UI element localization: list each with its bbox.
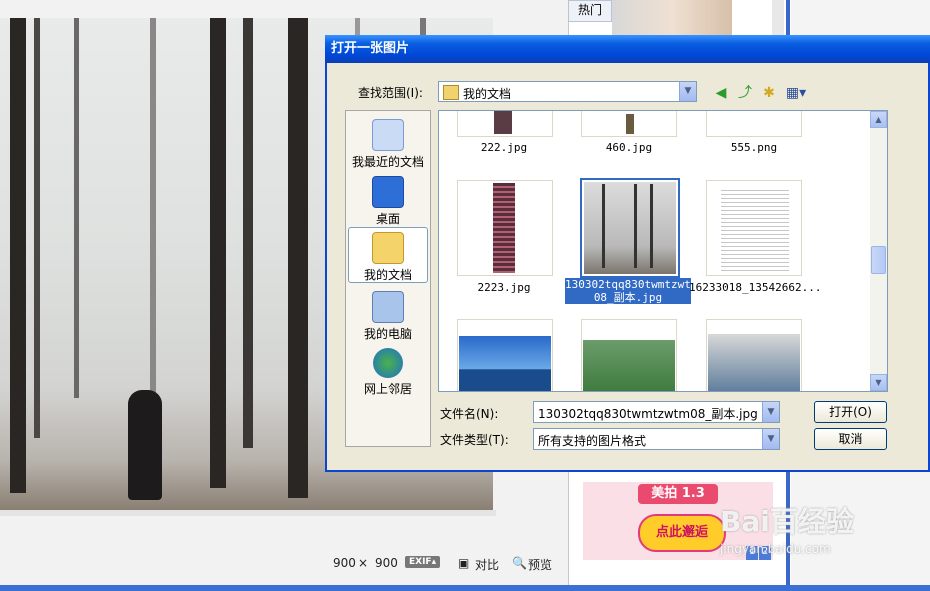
look-in-label: 查找范围(I): — [358, 86, 423, 100]
panel-scrollbar[interactable] — [772, 0, 784, 40]
look-in-combobox[interactable]: 我的文档 ▼ — [438, 81, 697, 102]
selected-line-1: 130302tqq830twmtzwtm — [565, 278, 698, 291]
thumb-selected-forest[interactable] — [580, 178, 680, 278]
place-my-computer[interactable]: 我的电脑 — [348, 287, 428, 343]
folder-icon — [443, 85, 459, 100]
place-my-documents[interactable]: 我的文档 — [348, 227, 428, 283]
ad-logo: 美拍 1.3 — [638, 484, 718, 504]
place-network-label: 网上邻居 — [363, 382, 412, 396]
file-label[interactable]: 16233018_13542662... — [689, 281, 821, 294]
place-recent[interactable]: 我最近的文档 — [348, 115, 428, 171]
watermark-sub: jingyan.baidu.com — [720, 542, 831, 556]
file-list[interactable]: 222.jpg 460.jpg 555.png 2223.jpg 130302t… — [438, 110, 888, 392]
network-icon — [373, 348, 403, 378]
view-menu-icon[interactable]: ▦▾ — [784, 84, 808, 102]
file-list-scrollbar[interactable]: ▲ ▼ — [870, 111, 887, 391]
filetype-value: 所有支持的图片格式 — [538, 434, 647, 448]
chevron-down-icon[interactable]: ▼ — [679, 82, 696, 101]
place-desktop[interactable]: 桌面 — [348, 172, 428, 228]
tab-hot[interactable]: 热门 — [568, 0, 612, 22]
open-button[interactable]: 打开(O) — [814, 401, 887, 423]
thumb-classroom[interactable] — [706, 319, 802, 391]
back-icon[interactable]: ◀ — [712, 84, 730, 102]
thumb-animals[interactable] — [581, 319, 677, 391]
taskbar — [0, 585, 930, 591]
preview-icon[interactable]: 🔍 — [512, 556, 527, 570]
chevron-down-icon[interactable]: ▼ — [762, 402, 779, 422]
places-bar: 我最近的文档 桌面 我的文档 我的电脑 网上邻居 — [345, 110, 431, 447]
file-label[interactable]: 222.jpg — [439, 141, 569, 154]
my-computer-icon — [372, 291, 404, 323]
filename-input[interactable]: 130302tqq830twmtzwtm08_副本.jpg ▼ — [533, 401, 780, 423]
desktop-icon — [372, 176, 404, 208]
image-statusbar: 900 × 900 EXIF▴ ▣ 对比 🔍 预览 — [330, 553, 570, 573]
cancel-button[interactable]: 取消 — [814, 428, 887, 450]
chevron-down-icon[interactable]: ▼ — [762, 429, 779, 449]
dialog-toolbar: ◀ ⤴ ✱ ▦▾ — [712, 84, 812, 102]
selected-line-2: 08_副本.jpg — [593, 291, 663, 304]
file-label[interactable]: 2223.jpg — [439, 281, 569, 294]
up-folder-icon[interactable]: ⤴ — [736, 84, 754, 102]
exif-button[interactable]: EXIF▴ — [405, 556, 441, 568]
thumb-document[interactable] — [706, 180, 802, 276]
filetype-label: 文件类型(T): — [440, 433, 509, 447]
new-folder-icon[interactable]: ✱ — [760, 84, 778, 102]
times-sign: × — [358, 556, 369, 570]
file-label-selected[interactable]: 130302tqq830twmtzwtm 08_副本.jpg — [565, 278, 697, 304]
dialog-title[interactable]: 打开一张图片 — [325, 35, 930, 63]
thumb-222[interactable] — [457, 111, 553, 137]
image-width: 900 — [333, 556, 356, 570]
file-label[interactable]: 555.png — [689, 141, 819, 154]
scroll-thumb[interactable] — [871, 246, 886, 274]
preview-button[interactable]: 预览 — [528, 556, 552, 573]
top-thumbnails[interactable] — [612, 0, 732, 36]
place-recent-label: 我最近的文档 — [351, 155, 424, 169]
place-desktop-label: 桌面 — [375, 212, 400, 226]
thumb-555[interactable] — [706, 111, 802, 137]
compare-icon[interactable]: ▣ — [458, 556, 469, 570]
ad-button[interactable]: 点此邂逅 — [638, 514, 726, 552]
my-documents-icon — [372, 232, 404, 264]
filename-label: 文件名(N): — [440, 407, 499, 421]
baidu-watermark: Bai百经验 jingyan.baidu.com — [720, 500, 920, 570]
place-documents-label: 我的文档 — [363, 268, 412, 282]
thumb-2223[interactable] — [457, 180, 553, 276]
watermark-main: Bai百经验 — [720, 505, 854, 538]
place-computer-label: 我的电脑 — [363, 327, 412, 341]
thumb-island[interactable] — [457, 319, 553, 391]
photo-shadow — [0, 510, 496, 516]
look-in-value: 我的文档 — [463, 87, 512, 101]
filetype-select[interactable]: 所有支持的图片格式 ▼ — [533, 428, 780, 450]
image-height: 900 — [375, 556, 398, 570]
place-network[interactable]: 网上邻居 — [348, 344, 428, 400]
thumb-460[interactable] — [581, 111, 677, 137]
compare-button[interactable]: 对比 — [475, 556, 499, 573]
file-label[interactable]: 460.jpg — [564, 141, 694, 154]
recent-documents-icon — [372, 119, 404, 151]
scroll-up-icon[interactable]: ▲ — [870, 111, 887, 128]
filename-value: 130302tqq830twmtzwtm08_副本.jpg — [538, 407, 758, 421]
scroll-down-icon[interactable]: ▼ — [870, 374, 887, 391]
